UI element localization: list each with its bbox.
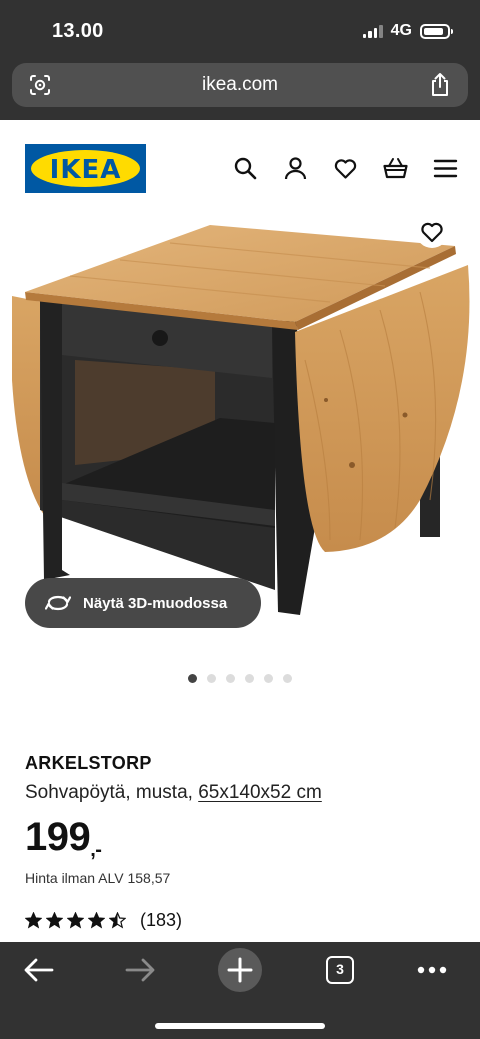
gallery-pagination bbox=[0, 674, 480, 683]
price-value: 199 bbox=[25, 815, 91, 859]
ikea-logo[interactable]: IKEA bbox=[25, 144, 146, 193]
search-icon[interactable] bbox=[233, 156, 258, 181]
network-type: 4G bbox=[390, 22, 412, 39]
new-tab-button[interactable] bbox=[218, 948, 262, 992]
view-in-3d-button[interactable]: Näytä 3D-muodossa bbox=[25, 578, 261, 628]
gallery-dot[interactable] bbox=[226, 674, 235, 683]
review-count[interactable]: (183) bbox=[140, 910, 182, 931]
view-in-3d-label: Näytä 3D-muodossa bbox=[83, 594, 228, 612]
home-indicator bbox=[155, 1023, 325, 1029]
menu-icon[interactable] bbox=[433, 156, 458, 181]
gallery-dot[interactable] bbox=[245, 674, 254, 683]
status-bar: 13.00 4G bbox=[0, 0, 480, 62]
price-excluding-vat: Hinta ilman ALV 158,57 bbox=[25, 870, 171, 886]
product-price: 199,- bbox=[25, 815, 102, 861]
signal-icon bbox=[362, 24, 383, 38]
gallery-dot[interactable] bbox=[283, 674, 292, 683]
favourites-icon[interactable] bbox=[333, 156, 358, 181]
tab-switcher-button[interactable]: 3 bbox=[326, 956, 354, 984]
site-header: IKEA bbox=[0, 120, 480, 210]
account-icon[interactable] bbox=[283, 156, 308, 181]
back-arrow-icon[interactable] bbox=[23, 956, 55, 984]
product-dimensions-link[interactable]: 65x140x52 cm bbox=[198, 782, 322, 803]
browser-toolbar-bottom: 3 bbox=[0, 942, 480, 1039]
status-time: 13.00 bbox=[52, 20, 104, 42]
forward-arrow-icon[interactable] bbox=[124, 956, 156, 984]
rating-stars bbox=[25, 912, 126, 929]
price-suffix: ,- bbox=[90, 839, 102, 861]
add-to-favourites-icon[interactable] bbox=[416, 216, 448, 248]
gallery-dot[interactable] bbox=[188, 674, 197, 683]
star-icon bbox=[67, 912, 84, 929]
basket-icon[interactable] bbox=[383, 156, 408, 181]
gallery-dot[interactable] bbox=[264, 674, 273, 683]
product-type: Sohvapöytä, musta, bbox=[25, 782, 193, 803]
logo-text: IKEA bbox=[49, 155, 122, 185]
more-options-icon[interactable] bbox=[416, 962, 448, 978]
share-icon[interactable] bbox=[428, 72, 452, 98]
browser-toolbar-top: ikea.com bbox=[0, 62, 480, 120]
rotate-3d-icon bbox=[45, 595, 71, 611]
product-name: ARKELSTORP bbox=[25, 753, 152, 773]
product-rating[interactable]: (183) bbox=[25, 910, 182, 931]
url-text[interactable]: ikea.com bbox=[12, 74, 468, 96]
star-icon bbox=[109, 912, 126, 929]
star-icon bbox=[25, 912, 42, 929]
star-icon bbox=[46, 912, 63, 929]
header-actions bbox=[233, 156, 458, 181]
product-description: Sohvapöytä, musta, 65x140x52 cm bbox=[25, 782, 322, 804]
gallery-dot[interactable] bbox=[207, 674, 216, 683]
address-bar[interactable]: ikea.com bbox=[12, 63, 468, 107]
star-icon bbox=[88, 912, 105, 929]
plus-icon bbox=[227, 957, 253, 983]
battery-icon bbox=[420, 23, 453, 39]
status-indicators: 4G bbox=[362, 22, 453, 40]
